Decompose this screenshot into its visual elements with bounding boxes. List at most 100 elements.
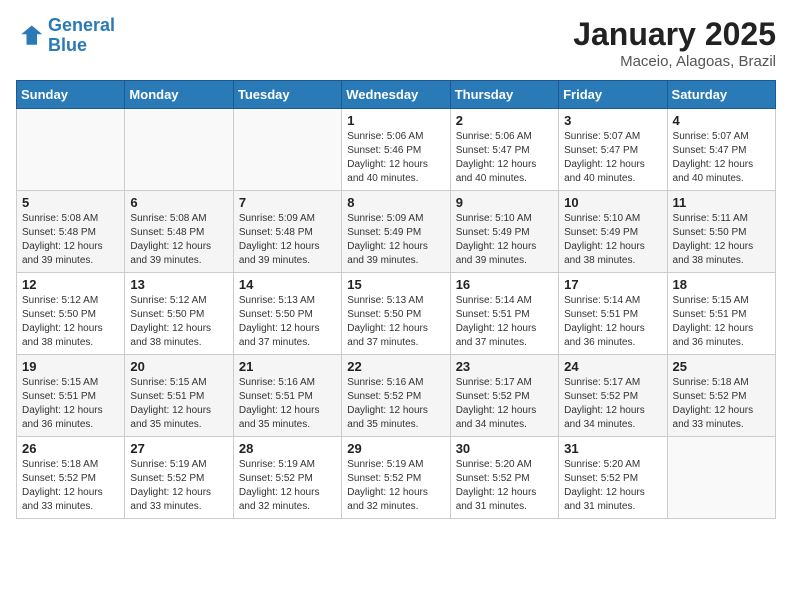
calendar-week-row: 5Sunrise: 5:08 AM Sunset: 5:48 PM Daylig… <box>17 191 776 273</box>
day-info: Sunrise: 5:15 AM Sunset: 5:51 PM Dayligh… <box>22 376 119 432</box>
calendar-cell: 23 Sunrise: 5:17 AM Sunset: 5:52 PM Dayli… <box>450 355 558 437</box>
day-number: 17 <box>564 277 661 292</box>
day-number: 22 <box>347 359 444 374</box>
day-info: Sunrise: 5:08 AM Sunset: 5:48 PM Dayligh… <box>22 212 119 268</box>
calendar-cell: 14 Sunrise: 5:13 AM Sunset: 5:50 PM Dayli… <box>233 273 341 355</box>
day-info: Sunrise: 5:15 AM Sunset: 5:51 PM Dayligh… <box>673 294 770 350</box>
day-info: Sunrise: 5:14 AM Sunset: 5:51 PM Dayligh… <box>564 294 661 350</box>
calendar-cell <box>125 109 233 191</box>
calendar-cell: 5Sunrise: 5:08 AM Sunset: 5:48 PM Daylig… <box>17 191 125 273</box>
calendar-cell: 27 Sunrise: 5:19 AM Sunset: 5:52 PM Dayli… <box>125 437 233 519</box>
calendar-cell: 31Sunrise: 5:20 AM Sunset: 5:52 PM Dayli… <box>559 437 667 519</box>
calendar-cell: 18 Sunrise: 5:15 AM Sunset: 5:51 PM Dayli… <box>667 273 775 355</box>
day-number: 29 <box>347 441 444 456</box>
day-number: 12 <box>22 277 119 292</box>
logo-line1: General <box>48 15 115 35</box>
day-info: Sunrise: 5:16 AM Sunset: 5:52 PM Dayligh… <box>347 376 444 432</box>
calendar-week-row: 12 Sunrise: 5:12 AM Sunset: 5:50 PM Dayli… <box>17 273 776 355</box>
calendar-cell: 9Sunrise: 5:10 AM Sunset: 5:49 PM Daylig… <box>450 191 558 273</box>
calendar-cell: 6 Sunrise: 5:08 AM Sunset: 5:48 PM Daylig… <box>125 191 233 273</box>
calendar-cell: 20 Sunrise: 5:15 AM Sunset: 5:51 PM Dayli… <box>125 355 233 437</box>
calendar-cell <box>667 437 775 519</box>
logo-icon <box>16 22 44 50</box>
day-number: 11 <box>673 195 770 210</box>
day-info: Sunrise: 5:06 AM Sunset: 5:47 PM Dayligh… <box>456 130 553 186</box>
day-number: 9 <box>456 195 553 210</box>
calendar-cell: 2 Sunrise: 5:06 AM Sunset: 5:47 PM Daylig… <box>450 109 558 191</box>
calendar-cell: 21 Sunrise: 5:16 AM Sunset: 5:51 PM Dayli… <box>233 355 341 437</box>
day-number: 1 <box>347 113 444 128</box>
day-number: 3 <box>564 113 661 128</box>
calendar-cell: 3Sunrise: 5:07 AM Sunset: 5:47 PM Daylig… <box>559 109 667 191</box>
calendar-cell: 24Sunrise: 5:17 AM Sunset: 5:52 PM Dayli… <box>559 355 667 437</box>
calendar-cell: 12 Sunrise: 5:12 AM Sunset: 5:50 PM Dayli… <box>17 273 125 355</box>
calendar-cell: 8 Sunrise: 5:09 AM Sunset: 5:49 PM Daylig… <box>342 191 450 273</box>
day-number: 23 <box>456 359 553 374</box>
calendar-cell: 15 Sunrise: 5:13 AM Sunset: 5:50 PM Dayli… <box>342 273 450 355</box>
day-info: Sunrise: 5:20 AM Sunset: 5:52 PM Dayligh… <box>564 458 661 514</box>
day-info: Sunrise: 5:10 AM Sunset: 5:49 PM Dayligh… <box>564 212 661 268</box>
day-number: 28 <box>239 441 336 456</box>
day-info: Sunrise: 5:12 AM Sunset: 5:50 PM Dayligh… <box>130 294 227 350</box>
day-number: 10 <box>564 195 661 210</box>
weekday-header: Thursday <box>450 81 558 109</box>
day-number: 16 <box>456 277 553 292</box>
day-info: Sunrise: 5:18 AM Sunset: 5:52 PM Dayligh… <box>22 458 119 514</box>
calendar-cell <box>17 109 125 191</box>
day-info: Sunrise: 5:11 AM Sunset: 5:50 PM Dayligh… <box>673 212 770 268</box>
weekday-header-row: SundayMondayTuesdayWednesdayThursdayFrid… <box>17 81 776 109</box>
day-info: Sunrise: 5:19 AM Sunset: 5:52 PM Dayligh… <box>130 458 227 514</box>
day-number: 18 <box>673 277 770 292</box>
calendar-week-row: 19 Sunrise: 5:15 AM Sunset: 5:51 PM Dayli… <box>17 355 776 437</box>
day-info: Sunrise: 5:16 AM Sunset: 5:51 PM Dayligh… <box>239 376 336 432</box>
weekday-header: Tuesday <box>233 81 341 109</box>
logo-line2: Blue <box>48 35 87 55</box>
day-number: 4 <box>673 113 770 128</box>
calendar-cell: 11 Sunrise: 5:11 AM Sunset: 5:50 PM Dayli… <box>667 191 775 273</box>
day-number: 20 <box>130 359 227 374</box>
calendar-week-row: 26 Sunrise: 5:18 AM Sunset: 5:52 PM Dayli… <box>17 437 776 519</box>
calendar-cell: 1 Sunrise: 5:06 AM Sunset: 5:46 PM Daylig… <box>342 109 450 191</box>
day-info: Sunrise: 5:19 AM Sunset: 5:52 PM Dayligh… <box>239 458 336 514</box>
logo: General Blue <box>16 16 115 56</box>
calendar-cell: 28 Sunrise: 5:19 AM Sunset: 5:52 PM Dayli… <box>233 437 341 519</box>
weekday-header: Friday <box>559 81 667 109</box>
day-number: 13 <box>130 277 227 292</box>
calendar-cell: 17 Sunrise: 5:14 AM Sunset: 5:51 PM Dayli… <box>559 273 667 355</box>
calendar-week-row: 1 Sunrise: 5:06 AM Sunset: 5:46 PM Daylig… <box>17 109 776 191</box>
day-info: Sunrise: 5:13 AM Sunset: 5:50 PM Dayligh… <box>347 294 444 350</box>
day-number: 26 <box>22 441 119 456</box>
day-number: 24 <box>564 359 661 374</box>
day-number: 8 <box>347 195 444 210</box>
day-number: 19 <box>22 359 119 374</box>
page-header: General Blue January 2025 Maceio, Alagoa… <box>16 16 776 70</box>
day-info: Sunrise: 5:06 AM Sunset: 5:46 PM Dayligh… <box>347 130 444 186</box>
month-year: January 2025 <box>573 16 776 53</box>
day-number: 25 <box>673 359 770 374</box>
calendar-cell: 29Sunrise: 5:19 AM Sunset: 5:52 PM Dayli… <box>342 437 450 519</box>
calendar-cell: 19 Sunrise: 5:15 AM Sunset: 5:51 PM Dayli… <box>17 355 125 437</box>
title-block: January 2025 Maceio, Alagoas, Brazil <box>573 16 776 70</box>
logo-text: General Blue <box>48 16 115 56</box>
day-info: Sunrise: 5:09 AM Sunset: 5:49 PM Dayligh… <box>347 212 444 268</box>
calendar-cell: 13 Sunrise: 5:12 AM Sunset: 5:50 PM Dayli… <box>125 273 233 355</box>
day-number: 21 <box>239 359 336 374</box>
day-info: Sunrise: 5:12 AM Sunset: 5:50 PM Dayligh… <box>22 294 119 350</box>
day-info: Sunrise: 5:13 AM Sunset: 5:50 PM Dayligh… <box>239 294 336 350</box>
calendar-cell <box>233 109 341 191</box>
day-number: 2 <box>456 113 553 128</box>
day-number: 14 <box>239 277 336 292</box>
calendar-cell: 16Sunrise: 5:14 AM Sunset: 5:51 PM Dayli… <box>450 273 558 355</box>
day-number: 15 <box>347 277 444 292</box>
day-info: Sunrise: 5:15 AM Sunset: 5:51 PM Dayligh… <box>130 376 227 432</box>
day-info: Sunrise: 5:20 AM Sunset: 5:52 PM Dayligh… <box>456 458 553 514</box>
day-number: 6 <box>130 195 227 210</box>
day-number: 27 <box>130 441 227 456</box>
calendar-cell: 7Sunrise: 5:09 AM Sunset: 5:48 PM Daylig… <box>233 191 341 273</box>
day-info: Sunrise: 5:17 AM Sunset: 5:52 PM Dayligh… <box>456 376 553 432</box>
calendar-cell: 4Sunrise: 5:07 AM Sunset: 5:47 PM Daylig… <box>667 109 775 191</box>
weekday-header: Wednesday <box>342 81 450 109</box>
calendar-cell: 30Sunrise: 5:20 AM Sunset: 5:52 PM Dayli… <box>450 437 558 519</box>
day-info: Sunrise: 5:08 AM Sunset: 5:48 PM Dayligh… <box>130 212 227 268</box>
weekday-header: Saturday <box>667 81 775 109</box>
